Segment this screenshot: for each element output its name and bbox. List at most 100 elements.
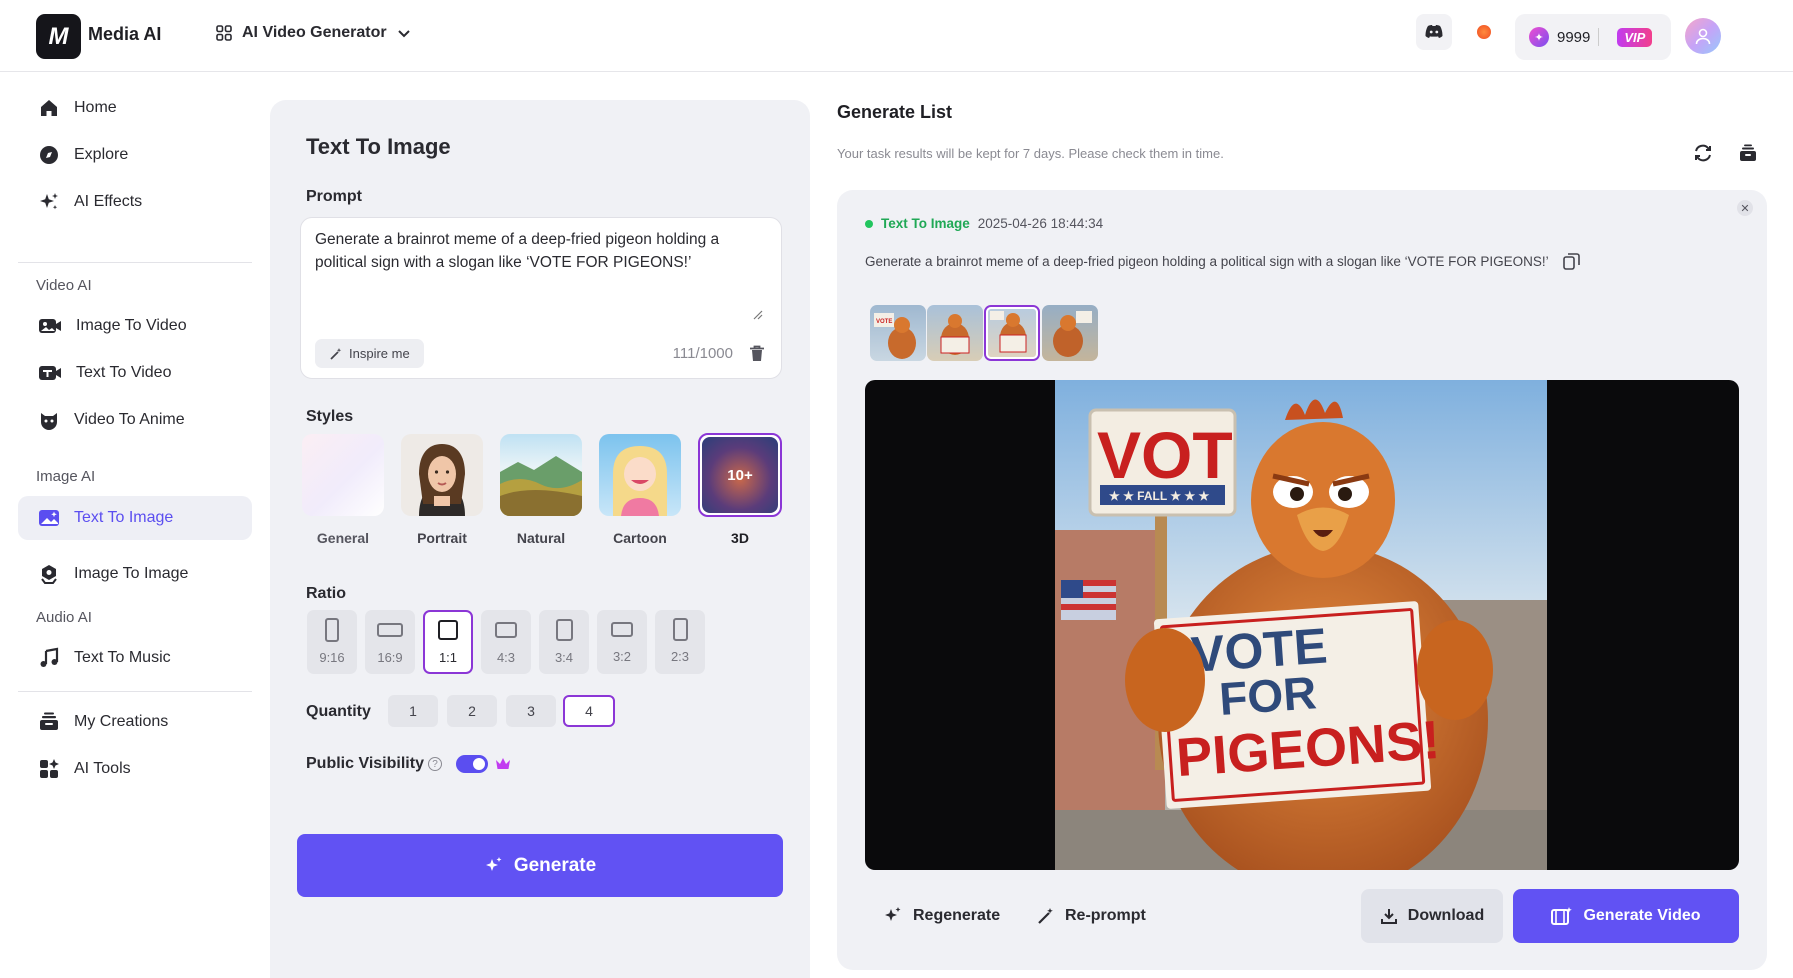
- sidebar-item-home[interactable]: Home: [18, 86, 252, 130]
- quantity-option-1[interactable]: 1: [388, 695, 438, 727]
- ratio-text: 16:9: [377, 650, 403, 665]
- section-video-ai: Video AI: [36, 277, 92, 294]
- download-button[interactable]: Download: [1361, 889, 1503, 943]
- download-icon: [1380, 909, 1397, 924]
- video-generate-icon: [1551, 907, 1573, 925]
- result-thumbnail[interactable]: [1042, 305, 1098, 361]
- quantity-option-2[interactable]: 2: [447, 695, 497, 727]
- style-natural[interactable]: [500, 434, 582, 516]
- result-thumbnail-selected[interactable]: [984, 305, 1040, 361]
- ratio-9-16[interactable]: 9:16: [307, 610, 357, 674]
- ratio-4-3[interactable]: 4:3: [481, 610, 531, 674]
- sparkles-icon: [40, 193, 58, 210]
- notification-dot-icon[interactable]: [1466, 14, 1502, 50]
- landscape-thumbnail: [500, 456, 582, 516]
- sidebar-item-ai-effects[interactable]: AI Effects: [18, 180, 252, 224]
- task-card: ✕ Text To Image 2025-04-26 18:44:34 Gene…: [837, 190, 1767, 970]
- reprompt-label: Re-prompt: [1065, 907, 1146, 924]
- landscape-frame-icon: [377, 623, 403, 637]
- generate-button[interactable]: Generate: [297, 834, 783, 897]
- style-label: Cartoon: [613, 530, 667, 546]
- trash-icon[interactable]: [749, 345, 765, 362]
- ratio-label: Ratio: [306, 585, 346, 602]
- ratio-3-2[interactable]: 3:2: [597, 610, 647, 674]
- ratio-text: 2:3: [670, 649, 690, 664]
- app-logo[interactable]: M: [36, 14, 81, 59]
- reprompt-button[interactable]: Re-prompt: [1037, 889, 1146, 943]
- sparkles-icon: [885, 907, 901, 921]
- chicken-thumbnail: VOTE: [874, 313, 916, 359]
- sidebar-divider: [18, 691, 252, 692]
- gem-icon: ✦: [1529, 27, 1549, 47]
- visibility-toggle[interactable]: [456, 755, 488, 773]
- prompt-input[interactable]: Generate a brainrot meme of a deep-fried…: [300, 217, 782, 379]
- magic-wand-icon: [330, 347, 342, 360]
- sidebar-item-label: My Creations: [74, 713, 169, 730]
- style-general[interactable]: [302, 434, 384, 516]
- ratio-2-3[interactable]: 2:3: [655, 610, 705, 674]
- help-icon[interactable]: ?: [428, 757, 442, 771]
- task-prompt: Generate a brainrot meme of a deep-fried…: [865, 254, 1549, 269]
- tool-selector[interactable]: AI Video Generator: [215, 24, 412, 42]
- text-to-image-panel: Text To Image Prompt Generate a brainrot…: [270, 100, 810, 978]
- sidebar-item-image-to-video[interactable]: Image To Video: [18, 304, 252, 348]
- stack-icon[interactable]: [1738, 143, 1758, 163]
- ratio-3-4[interactable]: 3:4: [539, 610, 589, 674]
- ratio-16-9[interactable]: 16:9: [365, 610, 415, 674]
- regenerate-button[interactable]: Regenerate: [883, 889, 1000, 943]
- close-icon[interactable]: ✕: [1737, 200, 1753, 216]
- style-portrait[interactable]: [401, 434, 483, 516]
- style-cartoon[interactable]: [599, 434, 681, 516]
- resize-handle-icon[interactable]: [753, 310, 763, 320]
- sidebar-item-image-to-image[interactable]: Image To Image: [18, 552, 252, 596]
- sidebar-item-label: AI Tools: [74, 760, 131, 777]
- quantity-option-4[interactable]: 4: [563, 695, 615, 727]
- quantity-label: Quantity: [306, 703, 371, 720]
- style-3d[interactable]: 10+: [698, 433, 782, 517]
- discord-icon[interactable]: [1416, 14, 1452, 50]
- refresh-icon[interactable]: [1693, 143, 1713, 163]
- ratio-text: 4:3: [496, 650, 516, 665]
- cartoon-thumbnail: [613, 446, 667, 516]
- user-avatar[interactable]: [1685, 18, 1721, 54]
- download-label: Download: [1407, 907, 1485, 924]
- sidebar-item-text-to-image[interactable]: Text To Image: [18, 496, 252, 540]
- sidebar-item-my-creations[interactable]: My Creations: [18, 700, 252, 744]
- ratio-1-1[interactable]: 1:1: [423, 610, 473, 674]
- sidebar-item-text-to-music[interactable]: Text To Music: [18, 636, 252, 680]
- result-preview[interactable]: VOT ★ ★ FALL ★ ★ ★ VOTE FOR PIGEONS!: [865, 380, 1739, 870]
- image-image-icon: [41, 565, 57, 584]
- brand-name: Media AI: [88, 24, 162, 44]
- task-meta: Text To Image 2025-04-26 18:44:34: [865, 216, 1103, 231]
- prompt-text[interactable]: Generate a brainrot meme of a deep-fried…: [315, 228, 755, 274]
- credits-badge[interactable]: ✦ 9999 VIP: [1515, 14, 1671, 60]
- result-thumbnail[interactable]: VOTE: [870, 305, 926, 361]
- sidebar-item-text-to-video[interactable]: Text To Video: [18, 351, 252, 395]
- compass-icon: [40, 146, 58, 164]
- sidebar-item-ai-tools[interactable]: AI Tools: [18, 747, 252, 791]
- landscape-frame-icon: [495, 622, 517, 638]
- generate-list-subtitle: Your task results will be kept for 7 day…: [837, 146, 1224, 161]
- sidebar-item-explore[interactable]: Explore: [18, 133, 252, 177]
- sidebar-item-label: Text To Image: [74, 509, 174, 526]
- copy-icon[interactable]: [1562, 253, 1580, 270]
- generate-video-button[interactable]: Generate Video: [1513, 889, 1739, 943]
- ratio-text: 3:2: [612, 649, 632, 664]
- sidebar-item-label: Text To Music: [74, 649, 171, 666]
- quantity-option-3[interactable]: 3: [506, 695, 556, 727]
- ratio-text: 3:4: [554, 650, 574, 665]
- ratio-text: 9:16: [319, 650, 345, 665]
- sidebar: Home Explore AI Effects Video AI Image T…: [0, 72, 270, 978]
- sidebar-divider: [18, 262, 252, 263]
- portrait-frame-icon: [555, 619, 573, 641]
- vip-badge: VIP: [1617, 27, 1653, 47]
- inspire-me-button[interactable]: Inspire me: [315, 339, 424, 368]
- sparkles-icon: [485, 856, 502, 871]
- style-label: General: [316, 530, 370, 546]
- style-label: 3D: [731, 530, 749, 546]
- grid-icon: [216, 25, 232, 41]
- result-thumbnail[interactable]: [927, 305, 983, 361]
- sidebar-item-video-to-anime[interactable]: Video To Anime: [18, 398, 252, 442]
- stack-icon: [40, 712, 58, 730]
- generate-button-label: Generate: [513, 854, 597, 876]
